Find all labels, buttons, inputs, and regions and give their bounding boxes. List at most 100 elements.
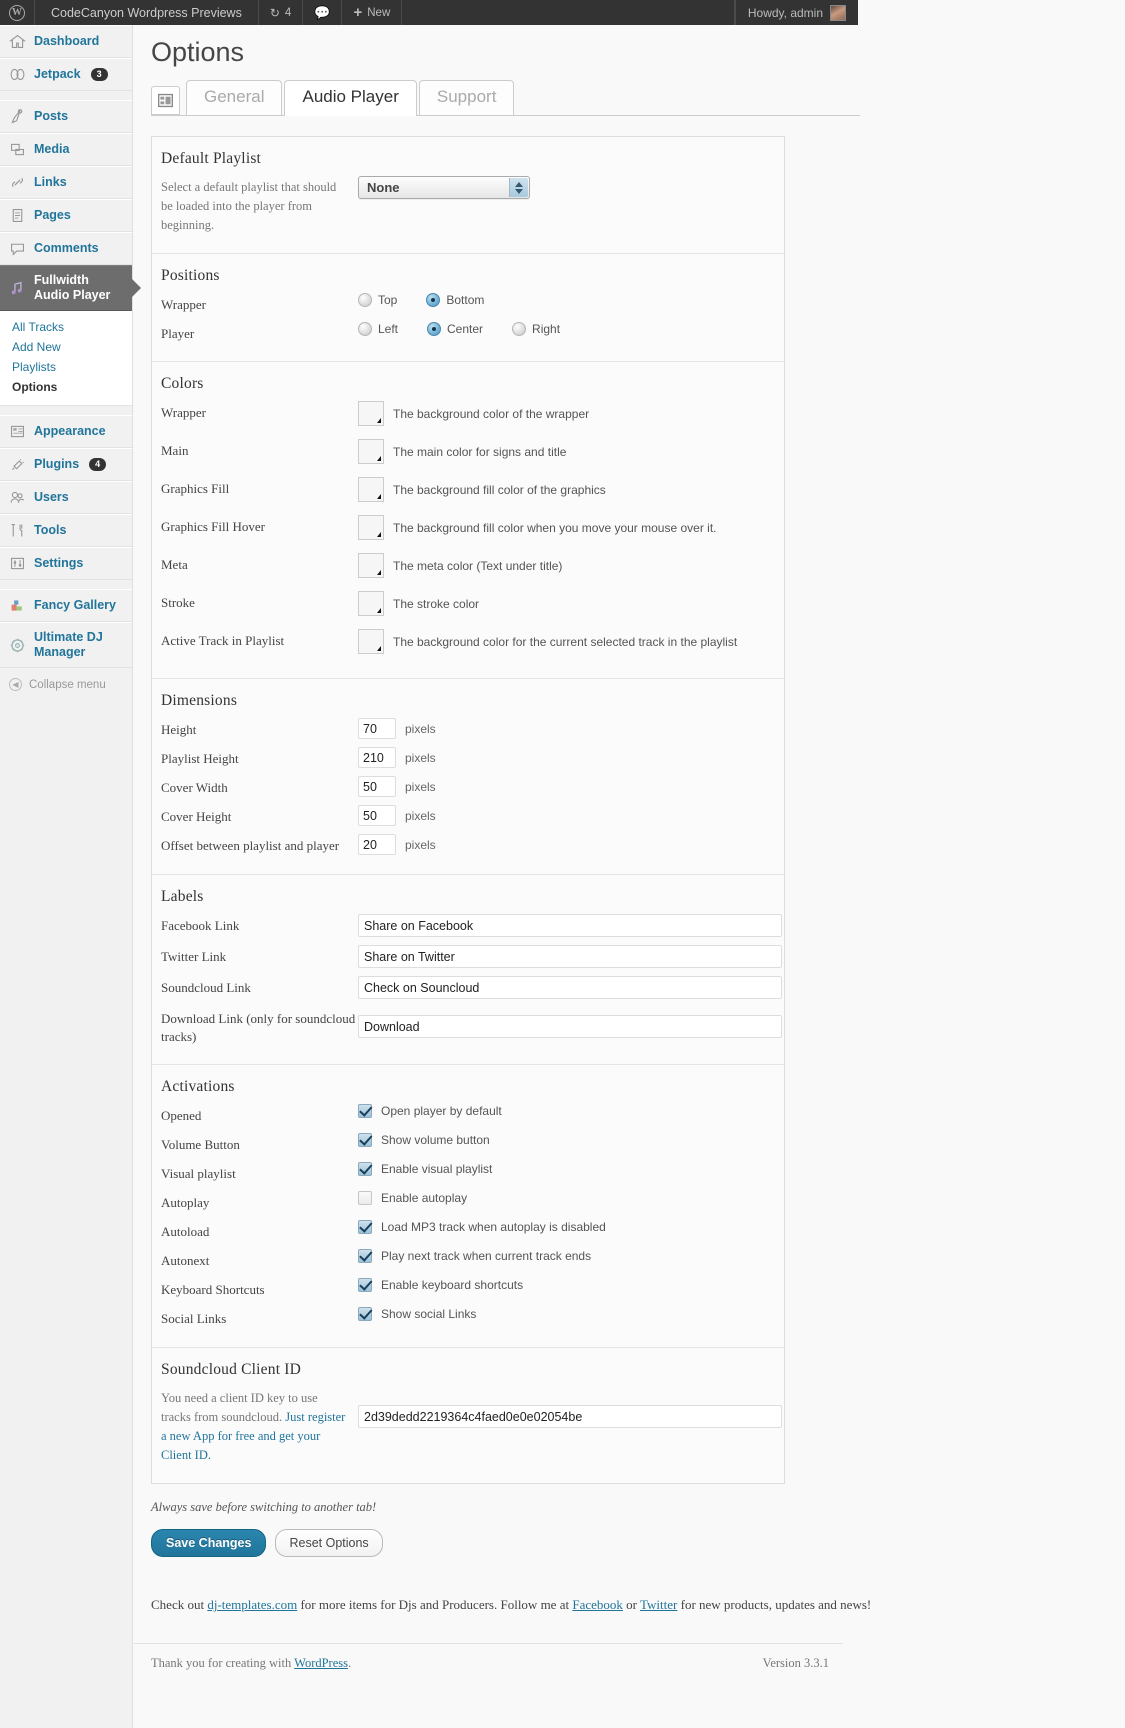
sidebar-item-playlists[interactable]: Playlists xyxy=(0,357,132,377)
pages-icon xyxy=(12,208,23,223)
color-description: The stroke color xyxy=(393,596,480,611)
soundcloud-link-input[interactable] xyxy=(358,976,782,1000)
color-swatch-graphics-fill[interactable] xyxy=(358,477,384,503)
row-label: Soundcloud Link xyxy=(161,980,251,996)
dj-templates-link[interactable]: dj-templates.com xyxy=(207,1597,297,1612)
sidebar-item-users[interactable]: Users xyxy=(0,481,132,514)
select-stepper-icon[interactable] xyxy=(509,178,528,197)
tab-support[interactable]: Support xyxy=(418,79,515,115)
layout-icon-button[interactable] xyxy=(151,86,180,115)
comments-button[interactable]: 💬 xyxy=(303,0,343,25)
soundcloud-description-block: You need a client ID key to use tracks f… xyxy=(161,1387,358,1464)
wordpress-logo-button[interactable]: W xyxy=(0,0,35,25)
color-swatch-meta[interactable] xyxy=(358,553,384,579)
autonext-checkbox[interactable] xyxy=(358,1249,372,1264)
wordpress-link[interactable]: WordPress xyxy=(294,1656,348,1670)
sidebar-item-appearance[interactable]: Appearance xyxy=(0,415,132,448)
row-label: Visual playlist xyxy=(161,1166,236,1182)
dimension-row-playlist-height: Playlist Height pixels xyxy=(152,743,784,772)
sidebar-item-jetpack[interactable]: Jetpack 3 xyxy=(0,58,132,91)
checkbox-description: Enable keyboard shortcuts xyxy=(381,1278,524,1293)
radio-label: Top xyxy=(378,293,398,308)
default-playlist-row: Select a default playlist that should be… xyxy=(152,172,784,238)
sidebar-item-dashboard[interactable]: Dashboard xyxy=(0,25,132,58)
updates-button[interactable]: ↻ 4 xyxy=(259,0,304,25)
radio-icon xyxy=(426,293,441,308)
users-icon xyxy=(10,491,25,503)
label-row-facebook: Facebook Link xyxy=(152,910,784,941)
visual-playlist-checkbox[interactable] xyxy=(358,1162,372,1177)
radio-player-center[interactable]: Center xyxy=(427,321,483,336)
sidebar-item-posts[interactable]: Posts xyxy=(0,100,132,133)
row-label: Graphics Fill Hover xyxy=(161,519,265,535)
sidebar-item-fancy-gallery[interactable]: Fancy Gallery xyxy=(0,589,132,622)
sidebar-item-pages[interactable]: Pages xyxy=(0,199,132,232)
color-swatch-graphics-fill-hover[interactable] xyxy=(358,515,384,541)
row-label: Wrapper xyxy=(161,405,206,421)
facebook-link-input[interactable] xyxy=(358,914,782,938)
layout-icon xyxy=(158,93,173,108)
activation-row-autoload: Autoload Load MP3 track when autoplay is… xyxy=(152,1216,784,1245)
soundcloud-client-id-input[interactable] xyxy=(358,1405,782,1429)
color-swatch-wrapper[interactable] xyxy=(358,401,384,427)
checkbox-description: Play next track when current track ends xyxy=(381,1249,592,1264)
color-swatch-active-track[interactable] xyxy=(358,629,384,655)
sidebar-item-tools[interactable]: Tools xyxy=(0,514,132,547)
default-playlist-select[interactable]: None xyxy=(358,176,530,199)
sidebar-item-all-tracks[interactable]: All Tracks xyxy=(0,317,132,337)
sidebar-item-label: Jetpack xyxy=(34,67,81,81)
keyboard-shortcuts-checkbox[interactable] xyxy=(358,1278,372,1293)
collapse-menu-button[interactable]: ◀ Collapse menu xyxy=(0,668,132,701)
cover-width-input[interactable] xyxy=(358,776,396,798)
tab-general[interactable]: General xyxy=(186,79,283,115)
sidebar-item-fullwidth-audio-player[interactable]: Fullwidth Audio Player xyxy=(0,265,132,311)
playlist-height-input[interactable] xyxy=(358,747,396,769)
checkbox-description: Enable visual playlist xyxy=(381,1162,493,1177)
sidebar-item-options[interactable]: Options xyxy=(0,377,132,397)
promo-suffix: for new products, updates and news! xyxy=(677,1597,872,1613)
radio-icon xyxy=(358,293,372,308)
new-content-button[interactable]: + New xyxy=(342,0,403,25)
section-title: Dimensions xyxy=(161,692,238,710)
download-link-input[interactable] xyxy=(358,1015,782,1039)
autoload-checkbox[interactable] xyxy=(358,1220,372,1235)
account-menu[interactable]: Howdy, admin xyxy=(734,0,858,25)
sidebar-item-media[interactable]: Media xyxy=(0,133,132,166)
facebook-link[interactable]: Facebook xyxy=(572,1597,623,1612)
sidebar-item-links[interactable]: Links xyxy=(0,166,132,199)
tab-audio-player[interactable]: Audio Player xyxy=(284,79,417,116)
jetpack-icon xyxy=(10,68,25,81)
reset-options-button[interactable]: Reset Options xyxy=(275,1529,383,1558)
save-changes-button[interactable]: Save Changes xyxy=(151,1529,267,1558)
color-swatch-main[interactable] xyxy=(358,439,384,465)
sidebar-item-ultimate-dj-manager[interactable]: Ultimate DJ Manager xyxy=(0,622,132,668)
offset-input[interactable] xyxy=(358,834,396,856)
opened-checkbox[interactable] xyxy=(358,1104,372,1119)
cover-height-input[interactable] xyxy=(358,805,396,827)
twitter-link-input[interactable] xyxy=(358,945,782,969)
radio-wrapper-bottom[interactable]: Bottom xyxy=(426,293,484,308)
volume-button-checkbox[interactable] xyxy=(358,1133,372,1148)
tab-label: General xyxy=(204,86,265,106)
tools-icon xyxy=(11,523,23,537)
dimension-row-height: Height pixels xyxy=(152,714,784,743)
twitter-link[interactable]: Twitter xyxy=(640,1597,677,1612)
autoplay-checkbox[interactable] xyxy=(358,1191,372,1206)
checkbox-description: Load MP3 track when autoplay is disabled xyxy=(381,1220,606,1235)
radio-wrapper-top[interactable]: Top xyxy=(358,293,398,308)
radio-player-left[interactable]: Left xyxy=(358,321,398,336)
row-label: Meta xyxy=(161,557,188,573)
social-links-checkbox[interactable] xyxy=(358,1307,372,1322)
sidebar-item-comments[interactable]: Comments xyxy=(0,232,132,265)
sidebar-item-settings[interactable]: Settings xyxy=(0,547,132,580)
sidebar-item-plugins[interactable]: Plugins 4 xyxy=(0,448,132,481)
color-swatch-stroke[interactable] xyxy=(358,591,384,617)
section-positions: Positions Wrapper Top Bottom Player Left… xyxy=(152,254,784,363)
radio-player-right[interactable]: Right xyxy=(512,321,560,336)
row-label: Twitter Link xyxy=(161,949,227,965)
admin-bar: W CodeCanyon Wordpress Previews ↻ 4 💬 + … xyxy=(0,0,858,25)
site-name-menu[interactable]: CodeCanyon Wordpress Previews xyxy=(35,0,259,25)
sidebar-item-add-new[interactable]: Add New xyxy=(0,337,132,357)
height-input[interactable] xyxy=(358,718,396,740)
sidebar-item-label: Appearance xyxy=(34,424,106,438)
